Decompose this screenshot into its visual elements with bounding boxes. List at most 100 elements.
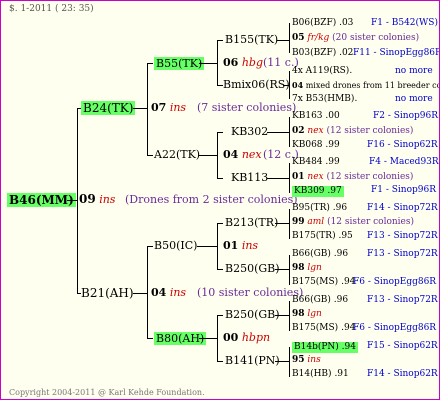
gen-number: 05: [292, 33, 305, 43]
l2-b50-code: ins: [241, 239, 259, 252]
gen-number: 98: [292, 263, 305, 273]
l3-kb302[interactable]: KB302: [231, 126, 268, 137]
l2-b55-queen[interactable]: B55(TK): [154, 57, 205, 70]
l1-upper-gen: 07: [151, 101, 167, 114]
l1-lower-gen: 04: [151, 286, 167, 299]
root-code: ins: [99, 193, 116, 206]
l2-a22-code: nex: [241, 148, 262, 161]
l2-b80-drone-line: 00 hbpn: [223, 332, 270, 343]
l1-upper-drone-line: 07 ins: [151, 102, 186, 113]
connector: [199, 155, 217, 156]
l4-row[interactable]: KB068 .99: [292, 141, 340, 150]
gen-number: 98: [292, 309, 305, 319]
connector: [133, 108, 147, 109]
gen-code: nex: [307, 172, 324, 182]
l4-origin: F2 - Sinop96R: [373, 111, 438, 121]
connector: [289, 71, 290, 99]
l4-origin: F16 - Sinop62R: [367, 140, 438, 150]
copyright: Copyright 2004-2011 @ Karl Kehde Foundat…: [9, 388, 205, 397]
connector: [217, 178, 223, 179]
l2-a22-gen: 04: [223, 148, 239, 161]
l4-origin: F6 - SinopEgg86R: [353, 277, 437, 287]
l4-origin: F1 - Sinop96R: [371, 185, 436, 195]
l4-row[interactable]: B14(HB) .91: [292, 370, 349, 379]
l4-row[interactable]: B03(BZF) .02: [292, 49, 353, 58]
l2-a22-queen[interactable]: A22(TK): [154, 149, 200, 160]
connector: [289, 23, 290, 53]
connector: [217, 315, 223, 316]
l3-gen-4: 01 nex (12 sister colonies): [292, 173, 413, 182]
l4-origin: F13 - Sinop72R: [367, 231, 438, 241]
l4-row[interactable]: B175(TR) .95: [292, 232, 353, 241]
connector: [67, 200, 77, 201]
gen-number: 04: [292, 80, 304, 90]
l2-b55-drone-line: 06 hbg: [223, 57, 263, 68]
connector: [217, 361, 223, 362]
l1-lower-queen[interactable]: B21(AH): [81, 287, 134, 299]
gen-code: lgn: [307, 309, 322, 319]
l4-row[interactable]: KB163 .00: [292, 112, 340, 121]
connector: [199, 63, 217, 64]
l4-row[interactable]: B14b(PN) .94: [292, 342, 358, 353]
l4-row[interactable]: B175(MS) .94: [292, 278, 355, 287]
l4-origin: F13 - Sinop72R: [367, 249, 438, 259]
root-drone-line: 09 ins: [79, 193, 115, 205]
l3-kb113[interactable]: KB113: [231, 172, 268, 183]
gen-note: (12 sister colonies): [326, 172, 414, 182]
connector: [277, 40, 289, 41]
connector: [147, 338, 153, 339]
l3-b141[interactable]: B141(PN): [225, 355, 280, 366]
l4-row[interactable]: KB309 .97: [292, 186, 344, 197]
l1-upper-queen[interactable]: B24(TK): [81, 101, 136, 115]
gen-code: ins: [307, 355, 321, 365]
connector: [217, 132, 218, 178]
pedigree-frame: $. 1-2011 ( 23: 35) Copyright 2004-2011 …: [0, 0, 440, 400]
l3-gen-6: 98 lgn: [292, 264, 322, 273]
connector: [217, 223, 218, 269]
l3-b250b[interactable]: B250(GB): [225, 309, 280, 320]
l4-row[interactable]: B175(MS) .94: [292, 324, 355, 333]
connector: [217, 269, 223, 270]
connector: [275, 269, 289, 270]
connector: [267, 178, 289, 179]
gen-note: (12 sister colonies): [326, 126, 414, 136]
connector: [147, 246, 148, 338]
l4-origin: F13 - Sinop72R: [367, 295, 438, 305]
connector: [147, 63, 148, 155]
connector: [289, 255, 290, 285]
connector: [275, 315, 289, 316]
l2-b50-queen[interactable]: B50(IC): [154, 240, 197, 251]
l3-gen-2: 04 mixed drones from 11 breeder colonies: [292, 80, 439, 90]
l1-upper-code: ins: [169, 101, 187, 114]
l1-lower-code: ins: [169, 286, 187, 299]
l4-origin: F11 - SinopEgg86R: [353, 48, 440, 58]
connector: [217, 315, 218, 361]
l3-gen-7: 98 lgn: [292, 310, 322, 319]
l3-b155[interactable]: B155(TK): [225, 34, 278, 45]
l4-row[interactable]: B06(BZF) .03: [292, 19, 353, 28]
gen-code: fr/kg: [307, 33, 330, 43]
connector: [289, 347, 290, 377]
l4-row[interactable]: B66(GB) .96: [292, 296, 348, 305]
l3-gen-8: 95 ins: [292, 356, 321, 365]
connector: [133, 293, 147, 294]
l4-row[interactable]: KB484 .99: [292, 158, 340, 167]
l2-b80-code: hbpn: [241, 331, 271, 344]
root-gen: 09: [79, 192, 96, 206]
l4-origin: F15 - Sinop62R: [367, 341, 438, 351]
date-stamp: $. 1-2011 ( 23: 35): [9, 4, 94, 14]
l4-row[interactable]: B95(TR) .96: [292, 204, 347, 213]
root-queen[interactable]: B46(MM): [7, 193, 76, 207]
connector: [217, 40, 223, 41]
l3-b213[interactable]: B213(TR): [225, 217, 278, 228]
l3-b250a[interactable]: B250(GB): [225, 263, 280, 274]
connector: [77, 108, 78, 293]
gen-note: (20 sister colonies): [332, 33, 420, 43]
l4-row[interactable]: 4x A119(RS).: [292, 67, 352, 76]
l4-row[interactable]: B66(GB) .96: [292, 250, 348, 259]
l2-b55-gen: 06: [223, 56, 239, 69]
connector: [197, 246, 217, 247]
l4-origin: no more: [395, 94, 433, 104]
l3-bmix[interactable]: Bmix06(RS): [223, 79, 290, 90]
l4-row[interactable]: 7x B53(HMB).: [292, 95, 357, 104]
